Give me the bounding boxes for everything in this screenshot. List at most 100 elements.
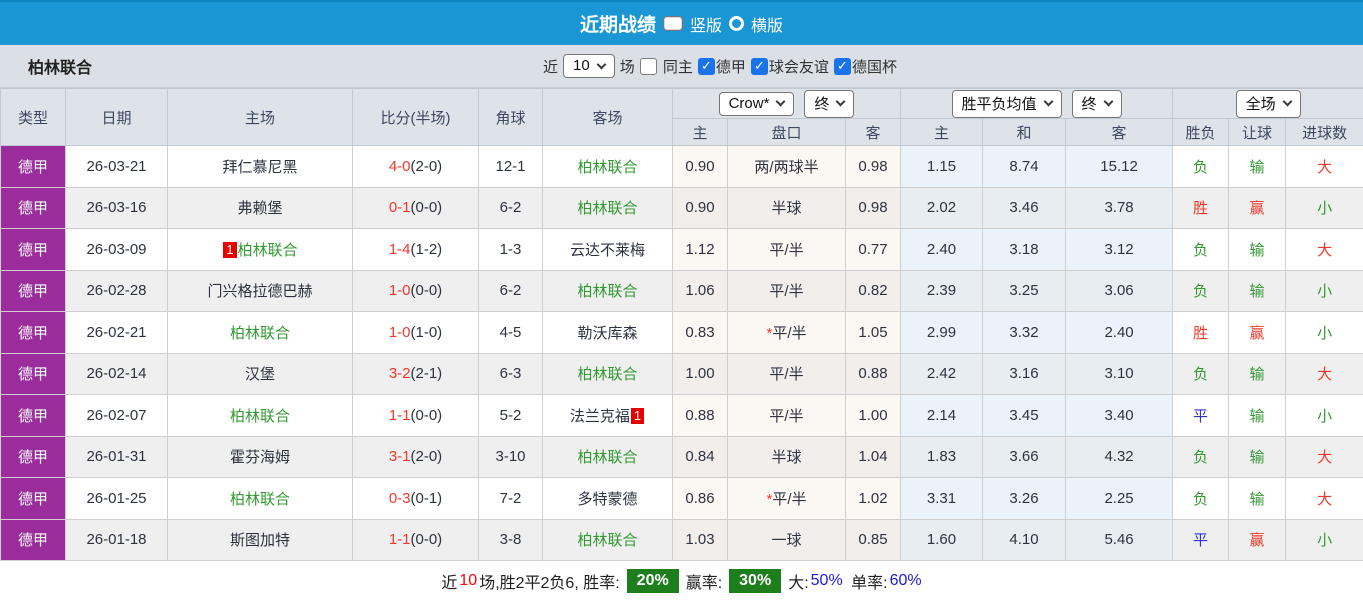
result: 负 [1172,228,1230,271]
odds-home: 0.90 [672,145,728,188]
league-badge: 德甲 [0,228,66,271]
checkbox-checked-icon[interactable]: ✓ [697,57,715,75]
col-header-date: 日期 [65,88,168,146]
away-team: 勒沃库森 [542,311,673,354]
corner-score: 1-3 [478,228,543,271]
checkbox-checked-icon[interactable]: ✓ [833,57,851,75]
avg-home: 2.02 [900,186,984,229]
filter-controls: 近 10 场 同主 ✓ 德甲 ✓ 球会友谊 ✓ 德国杯 [543,45,897,87]
sub-header-odds-home: 主 [672,118,728,146]
goals-result: 大 [1285,145,1363,188]
avg-type-select[interactable]: 胜平负均值 [951,89,1062,118]
summary-record: 场,胜2平2负6, 胜率: [479,575,620,592]
away-team: 云达不莱梅 [542,228,673,271]
odds-home: 1.00 [672,352,728,395]
odds-away: 0.82 [844,269,902,312]
checkbox-checked-icon[interactable]: ✓ [750,57,768,75]
match-row: 德甲 26-03-16 弗赖堡 0-1(0-0) 6-2 柏林联合 0.90 半球 0.98 2.… [0,186,1363,229]
score-cell: 1-1(0-0) [352,518,479,561]
result: 平 [1172,394,1230,437]
sub-header-goals: 进球数 [1285,118,1363,146]
col-header-score: 比分(半场) [352,88,479,146]
match-date: 26-02-07 [65,394,168,437]
away-team: 法兰克福 1 [542,394,673,437]
match-row: 德甲 26-02-14 汉堡 3-2(2-1) 6-3 柏林联合 1.00 平/半 0.88 2.… [0,352,1363,395]
corner-score: 6-2 [478,269,543,312]
handicap-result: 输 [1228,394,1287,437]
away-team: 柏林联合 [542,352,673,395]
goals-result: 大 [1285,435,1363,478]
radio-vertical-selected[interactable] [662,16,683,31]
match-row: 德甲 26-01-18 斯图加特 1-1(0-0) 3-8 柏林联合 1.03 一球 0.85 1… [0,518,1363,561]
single-label: 单率: [851,575,888,592]
avg-draw: 3.25 [982,269,1067,312]
goals-result: 小 [1285,186,1363,229]
avg-home: 2.14 [900,394,984,437]
handicap-result: 输 [1228,145,1287,188]
near-label: 近 [543,58,559,76]
match-row: 德甲 26-02-21 柏林联合 1-0(1-0) 4-5 勒沃库森 0.83 *平/半 1.0… [0,311,1363,354]
win-rate-badge: 20% [626,569,679,593]
away-team: 柏林联合 [542,186,673,229]
result: 平 [1172,518,1230,561]
match-row: 德甲 26-01-25 柏林联合 0-3(0-1) 7-2 多特蒙德 0.86 *平/半 1.0… [0,477,1363,520]
match-count-select[interactable]: 10 [563,54,615,78]
checkbox-same-home[interactable]: 同主 [639,56,693,77]
odds-away: 1.04 [844,435,902,478]
home-team: 斯图加特 [167,518,353,561]
odds-home: 0.90 [672,186,728,229]
odds-away: 1.00 [844,394,902,437]
summary-near: 近 [441,575,458,592]
match-row: 德甲 26-02-28 门兴格拉德巴赫 1-0(0-0) 6-2 柏林联合 1.06 平/半 0… [0,269,1363,312]
corner-score: 6-3 [478,352,543,395]
odds-time-select[interactable]: 终 [804,89,855,118]
checkbox-bundesliga[interactable]: ✓ 德甲 [697,56,746,77]
handicap: 平/半 [727,269,846,312]
handicap-result: 输 [1228,228,1287,271]
avg-draw: 3.32 [982,311,1067,354]
avg-away: 3.12 [1065,228,1174,271]
home-team: 霍芬海姆 [167,435,353,478]
sub-header-result: 胜负 [1172,118,1230,146]
league-badge: 德甲 [0,352,66,395]
radio-horizontal-label[interactable]: 横版 [751,12,783,36]
handicap: 半球 [727,435,846,478]
home-team: 门兴格拉德巴赫 [167,269,353,312]
score-cell: 0-1(0-0) [352,186,479,229]
result: 负 [1172,435,1230,478]
checkbox-club-friendly[interactable]: ✓ 球会友谊 [750,56,829,77]
away-team: 柏林联合 [542,435,673,478]
result: 胜 [1172,186,1230,229]
match-row: 德甲 26-03-21 拜仁慕尼黑 4-0(2-0) 12-1 柏林联合 0.90 两/两球半… [0,145,1363,188]
score-cell: 3-1(2-0) [352,435,479,478]
checkbox-icon[interactable] [639,57,657,75]
home-team: 拜仁慕尼黑 [167,145,353,188]
odds-source-select[interactable]: Crow* [718,91,795,116]
radio-vertical-label[interactable]: 竖版 [690,12,722,36]
summary-bar: 近 10 场,胜2平2负6, 胜率: 20% 赢率: 30% 大: 50% 单率: 60… [0,561,1363,600]
goals-result: 大 [1285,228,1363,271]
corner-score: 7-2 [478,477,543,520]
avg-away: 3.40 [1065,394,1174,437]
league-badge: 德甲 [0,518,66,561]
checkbox-german-cup[interactable]: ✓ 德国杯 [833,56,897,77]
scope-select[interactable]: 全场 [1235,89,1301,118]
corner-score: 5-2 [478,394,543,437]
handicap-result: 赢 [1228,518,1287,561]
summary-count: 10 [459,572,478,589]
scope-group-header: 全场 [1172,88,1363,119]
avg-away: 2.25 [1065,477,1174,520]
odds-win-rate-badge: 30% [729,569,782,593]
match-row: 德甲 26-01-31 霍芬海姆 3-1(2-0) 3-10 柏林联合 0.84 半球 1.04… [0,435,1363,478]
avg-draw: 3.18 [982,228,1067,271]
league-badge: 德甲 [0,186,66,229]
radio-horizontal[interactable] [729,16,744,31]
handicap-result: 赢 [1228,311,1287,354]
odds-home: 0.88 [672,394,728,437]
col-header-corner: 角球 [478,88,543,146]
big-label: 大: [788,575,809,592]
avg-time-select[interactable]: 终 [1071,89,1122,118]
handicap: *平/半 [727,477,846,520]
corner-score: 12-1 [478,145,543,188]
match-date: 26-01-18 [65,518,168,561]
